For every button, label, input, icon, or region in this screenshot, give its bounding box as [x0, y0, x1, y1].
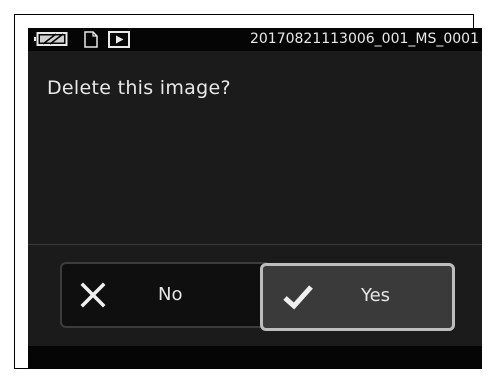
card-slot-icon — [34, 32, 68, 46]
close-icon — [80, 282, 106, 308]
checkmark-icon — [283, 285, 313, 310]
dialog-message: Delete this image? — [47, 77, 231, 99]
yes-button[interactable]: Yes — [260, 263, 455, 331]
status-bar: 20170821113006_001_MS_0001 — [28, 28, 482, 51]
no-button-label: No — [158, 284, 183, 305]
delete-dialog: Delete this image? No Yes — [28, 51, 482, 346]
dialog-divider — [28, 244, 482, 245]
file-name: 20170821113006_001_MS_0001 — [249, 31, 479, 47]
play-icon — [108, 31, 130, 48]
camera-screen: 20170821113006_001_MS_0001 Delete this i… — [28, 28, 482, 369]
yes-button-label: Yes — [361, 285, 391, 306]
file-icon — [84, 31, 98, 48]
bottom-bar — [28, 346, 482, 369]
no-button[interactable]: No — [60, 262, 271, 328]
